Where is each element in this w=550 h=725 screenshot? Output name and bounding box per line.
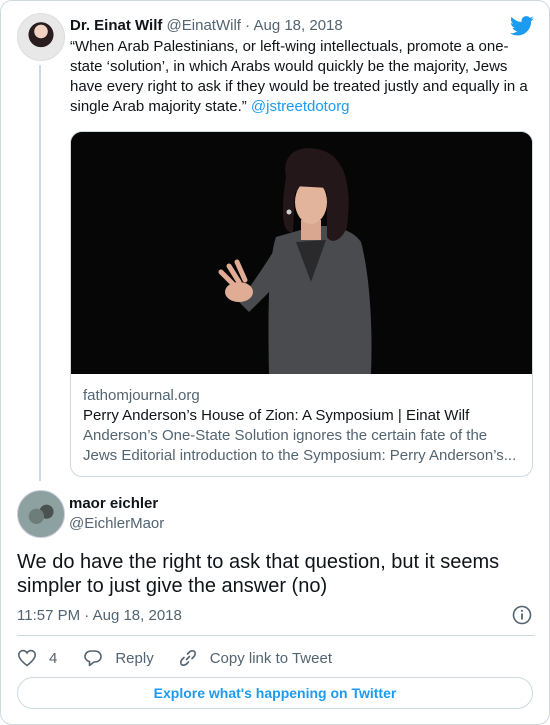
- quoted-tweet-date[interactable]: Aug 18, 2018: [253, 17, 342, 34]
- quoted-author-name[interactable]: Dr. Einat Wilf: [70, 17, 162, 34]
- info-icon[interactable]: [512, 605, 532, 625]
- twitter-bird-icon[interactable]: [510, 16, 534, 36]
- reply-author-handle[interactable]: @EichlerMaor: [69, 514, 164, 534]
- reply-timestamp[interactable]: 11:57 PM · Aug 18, 2018: [17, 606, 182, 626]
- link-preview-card[interactable]: fathomjournal.org Perry Anderson’s House…: [70, 131, 533, 477]
- reply-time: 11:57 PM: [17, 607, 81, 624]
- heart-icon: [17, 649, 37, 667]
- quoted-tweet-header: Dr. Einat Wilf @EinatWilf · Aug 18, 2018: [70, 16, 535, 36]
- reply-bubble-icon: [84, 650, 103, 667]
- link-domain: fathomjournal.org: [83, 387, 200, 404]
- thread-connector-line: [39, 65, 41, 481]
- quoted-tweet-body: Dr. Einat Wilf @EinatWilf · Aug 18, 2018…: [70, 16, 535, 117]
- copy-link-label: Copy link to Tweet: [209, 649, 332, 667]
- reply-tweet-text: We do have the right to ask that questio…: [17, 551, 500, 597]
- quoted-author-handle[interactable]: @EinatWilf: [167, 17, 241, 34]
- speaker-photo-illustration: [71, 132, 532, 374]
- link-description-line-1: Anderson’s One-State Solution ignores th…: [83, 427, 488, 444]
- like-count: 4: [49, 649, 58, 667]
- tweet-actions: 4 Reply Copy link to Tweet: [17, 646, 332, 670]
- link-preview-image: [71, 132, 532, 374]
- link-icon: [179, 650, 196, 666]
- reply-button[interactable]: Reply: [83, 648, 154, 668]
- tweet-embed-card: Dr. Einat Wilf @EinatWilf · Aug 18, 2018…: [0, 0, 550, 725]
- quoted-author-avatar[interactable]: [17, 13, 65, 61]
- reply-date: Aug 18, 2018: [92, 607, 182, 624]
- action-divider: [17, 635, 535, 636]
- header-separator: ·: [245, 17, 251, 34]
- link-preview-meta: fathomjournal.org Perry Anderson’s House…: [71, 374, 532, 466]
- link-description-line-2: Jews Editorial introduction to the Sympo…: [83, 447, 517, 464]
- reply-author-name[interactable]: maor eichler: [69, 494, 158, 514]
- reply-label: Reply: [115, 649, 154, 667]
- copy-link-button[interactable]: Copy link to Tweet: [178, 648, 332, 668]
- link-title: Perry Anderson’s House of Zion: A Sympos…: [83, 407, 470, 424]
- mention-link[interactable]: @jstreetdotorg: [251, 98, 350, 115]
- quoted-tweet-text: “When Arab Palestinians, or left-wing in…: [70, 37, 535, 117]
- timestamp-separator: ·: [84, 607, 90, 624]
- explore-button[interactable]: Explore what's happening on Twitter: [17, 677, 533, 709]
- reply-author-avatar[interactable]: [17, 490, 65, 538]
- like-button[interactable]: 4: [17, 648, 57, 668]
